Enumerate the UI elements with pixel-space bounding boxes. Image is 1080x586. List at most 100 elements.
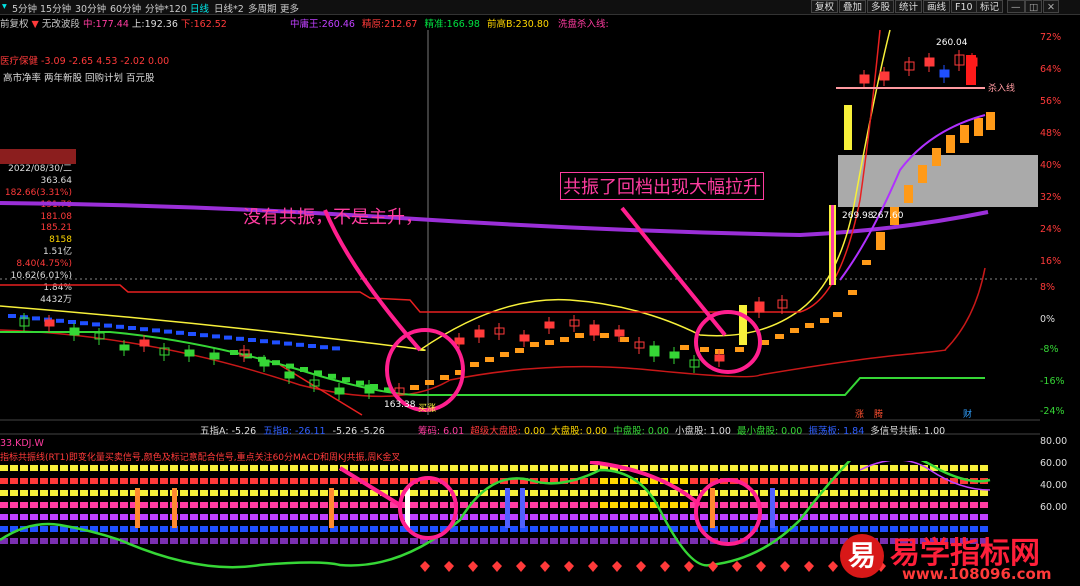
signal-cell <box>190 526 198 532</box>
sell-line-label: 杀入线 <box>988 82 1015 94</box>
trend-dash <box>620 337 629 342</box>
diamond-marker <box>828 561 838 572</box>
signal-cell <box>50 526 58 532</box>
signal-cell <box>820 478 828 484</box>
signal-cell <box>550 526 558 532</box>
signal-cell <box>70 514 78 520</box>
signal-cell <box>60 465 68 471</box>
signal-cell <box>860 502 868 508</box>
signal-cell <box>570 514 578 520</box>
trend-dash <box>272 340 280 345</box>
signal-cell <box>170 538 178 544</box>
signal-cell <box>110 526 118 532</box>
mark-button[interactable]: 标记 <box>976 0 1004 13</box>
signal-cell <box>70 465 78 471</box>
signal-cell <box>470 478 478 484</box>
restore-icon[interactable]: ◫ <box>1025 0 1042 13</box>
signal-cell <box>390 465 398 471</box>
signal-cell <box>250 538 258 544</box>
period-day2[interactable]: 日线*2 <box>214 1 244 15</box>
signal-cell <box>320 502 328 508</box>
period-30min[interactable]: 30分钟 <box>75 1 106 15</box>
signal-cell <box>50 502 58 508</box>
period-day[interactable]: 日线 <box>190 1 209 15</box>
signal-cell <box>640 502 648 508</box>
adjust-button[interactable]: 复权 <box>811 0 839 13</box>
period-more[interactable]: 更多 <box>280 1 299 15</box>
signal-cell <box>160 526 168 532</box>
candle-body <box>544 321 555 329</box>
stats-button[interactable]: 统计 <box>895 0 923 13</box>
signal-cell <box>200 502 208 508</box>
candle-body <box>69 327 80 336</box>
signal-cell <box>540 538 548 544</box>
signal-cell <box>220 526 228 532</box>
signal-cell <box>190 514 198 520</box>
signal-cell <box>110 465 118 471</box>
signal-cell <box>60 502 68 508</box>
trend-dash <box>272 360 280 366</box>
signal-cell <box>650 526 658 532</box>
draw-button[interactable]: 画线 <box>923 0 951 13</box>
period-5min[interactable]: 5分钟 <box>12 1 37 15</box>
trend-dash <box>200 333 208 338</box>
signal-cell <box>510 465 518 471</box>
signal-cell <box>310 502 318 508</box>
signal-cell <box>530 490 538 496</box>
close-icon[interactable]: ✕ <box>1043 0 1059 13</box>
f10-button[interactable]: F10 <box>951 0 977 13</box>
signal-cell <box>80 478 88 484</box>
minimize-icon[interactable]: — <box>1007 0 1025 13</box>
signal-cell <box>550 465 558 471</box>
signal-cell <box>510 490 518 496</box>
signal-cell <box>540 526 548 532</box>
signal-cell <box>480 526 488 532</box>
signal-column <box>520 488 525 528</box>
signal-cell <box>190 538 198 544</box>
signal-cell <box>410 465 418 471</box>
buy-tag: 买涨 <box>418 403 436 414</box>
signal-cell <box>380 502 388 508</box>
signal-cell <box>750 478 758 484</box>
signal-cell <box>640 465 648 471</box>
signal-cell <box>140 538 148 544</box>
overlay-button[interactable]: 叠加 <box>839 0 867 13</box>
signal-cell <box>20 502 28 508</box>
signal-cell <box>890 502 898 508</box>
period-multi[interactable]: 多周期 <box>248 1 277 15</box>
signal-cell <box>600 478 608 484</box>
trend-dash <box>960 125 969 143</box>
signal-cell <box>840 514 848 520</box>
period-60min[interactable]: 60分钟 <box>110 1 141 15</box>
period-15min[interactable]: 15分钟 <box>40 1 71 15</box>
signal-cell <box>690 478 698 484</box>
annotation-resonance: 共振了回档出现大幅拉升 <box>560 172 764 200</box>
signal-cell <box>580 502 588 508</box>
multi-stock-button[interactable]: 多股 <box>867 0 895 13</box>
signal-cell <box>740 490 748 496</box>
period-120min[interactable]: 分钟*120 <box>145 1 187 15</box>
signal-cell <box>810 514 818 520</box>
signal-cell <box>660 465 668 471</box>
dropdown-icon[interactable]: ▾ <box>2 1 7 12</box>
signal-cell <box>670 490 678 496</box>
candle-body <box>119 344 130 351</box>
price-chart[interactable]: 260.04 杀入线 269.98 267.60 163.38 买涨 涨 腾 财 <box>0 14 1040 444</box>
signal-cell <box>980 502 988 508</box>
signal-cell <box>230 478 238 484</box>
signal-cell <box>20 538 28 544</box>
signal-cell <box>350 465 358 471</box>
signal-cell <box>40 538 48 544</box>
diamond-marker <box>588 561 598 572</box>
signal-cell <box>800 465 808 471</box>
trend-dash <box>320 345 328 350</box>
signal-cell <box>190 465 198 471</box>
signal-cell <box>30 502 38 508</box>
signal-cell <box>700 514 708 520</box>
signal-cell <box>100 502 108 508</box>
signal-cell <box>260 478 268 484</box>
signal-cell <box>560 502 568 508</box>
signal-cell <box>230 514 238 520</box>
candle-body <box>966 55 976 85</box>
diamond-marker <box>420 561 430 572</box>
